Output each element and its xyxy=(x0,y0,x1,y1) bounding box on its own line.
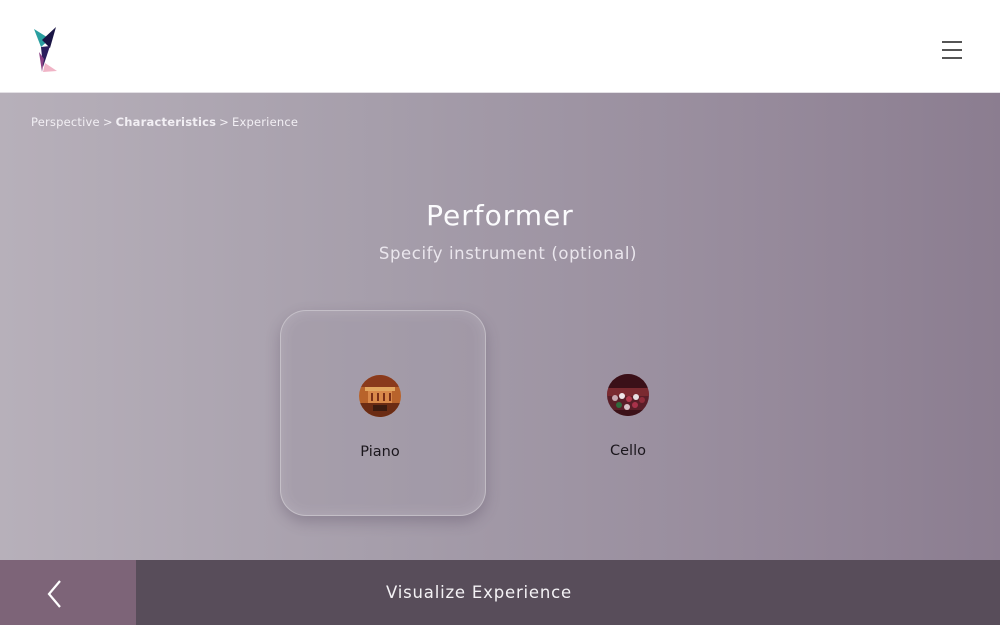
main-panel: Perspective > Characteristics > Experience P… xyxy=(0,93,1000,560)
piano-thumbnail-icon xyxy=(359,375,401,417)
breadcrumb-separator: > xyxy=(102,115,113,129)
header xyxy=(0,0,1000,93)
brand-logo-icon[interactable] xyxy=(31,27,59,73)
breadcrumb-perspective[interactable]: Perspective xyxy=(31,115,100,129)
breadcrumb-experience[interactable]: Experience xyxy=(232,115,298,129)
instrument-label-piano: Piano xyxy=(360,444,400,460)
instrument-option-cello[interactable]: Cello xyxy=(529,310,735,516)
cello-thumbnail-icon xyxy=(607,374,649,416)
breadcrumb-characteristics[interactable]: Characteristics xyxy=(116,115,217,129)
instrument-label-cello: Cello xyxy=(610,443,646,459)
page-subtitle: Specify instrument (optional) xyxy=(378,244,638,263)
visualize-experience-button[interactable]: Visualize Experience xyxy=(136,560,1000,625)
page-title: Performer xyxy=(426,199,574,232)
back-button[interactable] xyxy=(0,560,136,625)
visualize-experience-label: Visualize Experience xyxy=(386,583,572,602)
footer: Visualize Experience xyxy=(0,560,1000,625)
instrument-option-piano[interactable]: Piano xyxy=(280,310,486,516)
breadcrumb-separator: > xyxy=(219,115,229,129)
chevron-left-icon xyxy=(47,580,61,608)
hamburger-menu-icon[interactable] xyxy=(938,38,966,62)
breadcrumb: Perspective > Characteristics > Experience xyxy=(31,115,298,129)
